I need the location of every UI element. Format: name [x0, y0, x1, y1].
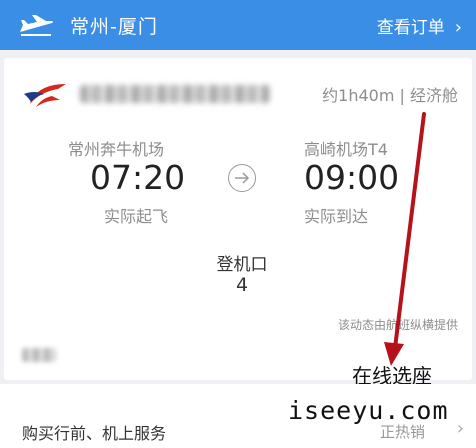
china-eastern-logo [24, 84, 66, 107]
chevron-right-icon: › [454, 17, 462, 38]
arrow-right-circle-icon [228, 164, 256, 192]
top-bar: 常州-厦门 查看订单 › [0, 0, 476, 50]
departure-status: 实际起飞 [104, 207, 169, 226]
route-title: 常州-厦门 [70, 16, 158, 38]
view-order-link[interactable]: 查看订单 › [377, 13, 462, 38]
plane-icon [20, 15, 53, 36]
watermark: iseeyu.com [288, 396, 449, 425]
departure-airport: 常州奔牛机场 [68, 140, 165, 159]
flight-number-blurred [80, 85, 270, 103]
arrival-status: 实际到达 [304, 207, 369, 226]
arrival-time: 09:00 [304, 158, 400, 197]
arrival-airport: 高崎机场T4 [304, 140, 388, 159]
services-row[interactable]: 购买行前、机上服务 正热销 › iseeyu.com [0, 384, 476, 448]
gate-value: 4 [235, 274, 249, 296]
gate-label: 登机口 [216, 255, 268, 275]
data-source-note: 该动态由航班纵横提供 [337, 318, 458, 332]
chevron-right-icon: › [456, 418, 464, 439]
view-order-label: 查看订单 [376, 18, 445, 38]
flight-duration-cabin: 约1h40m | 经济舱 [322, 86, 458, 105]
flight-card: 约1h40m | 经济舱 常州奔牛机场 07:20 实际起飞 高崎机场T4 09… [4, 58, 472, 388]
blurred-text [22, 348, 56, 362]
services-title: 购买行前、机上服务 [22, 424, 167, 443]
departure-time: 07:20 [90, 158, 186, 197]
